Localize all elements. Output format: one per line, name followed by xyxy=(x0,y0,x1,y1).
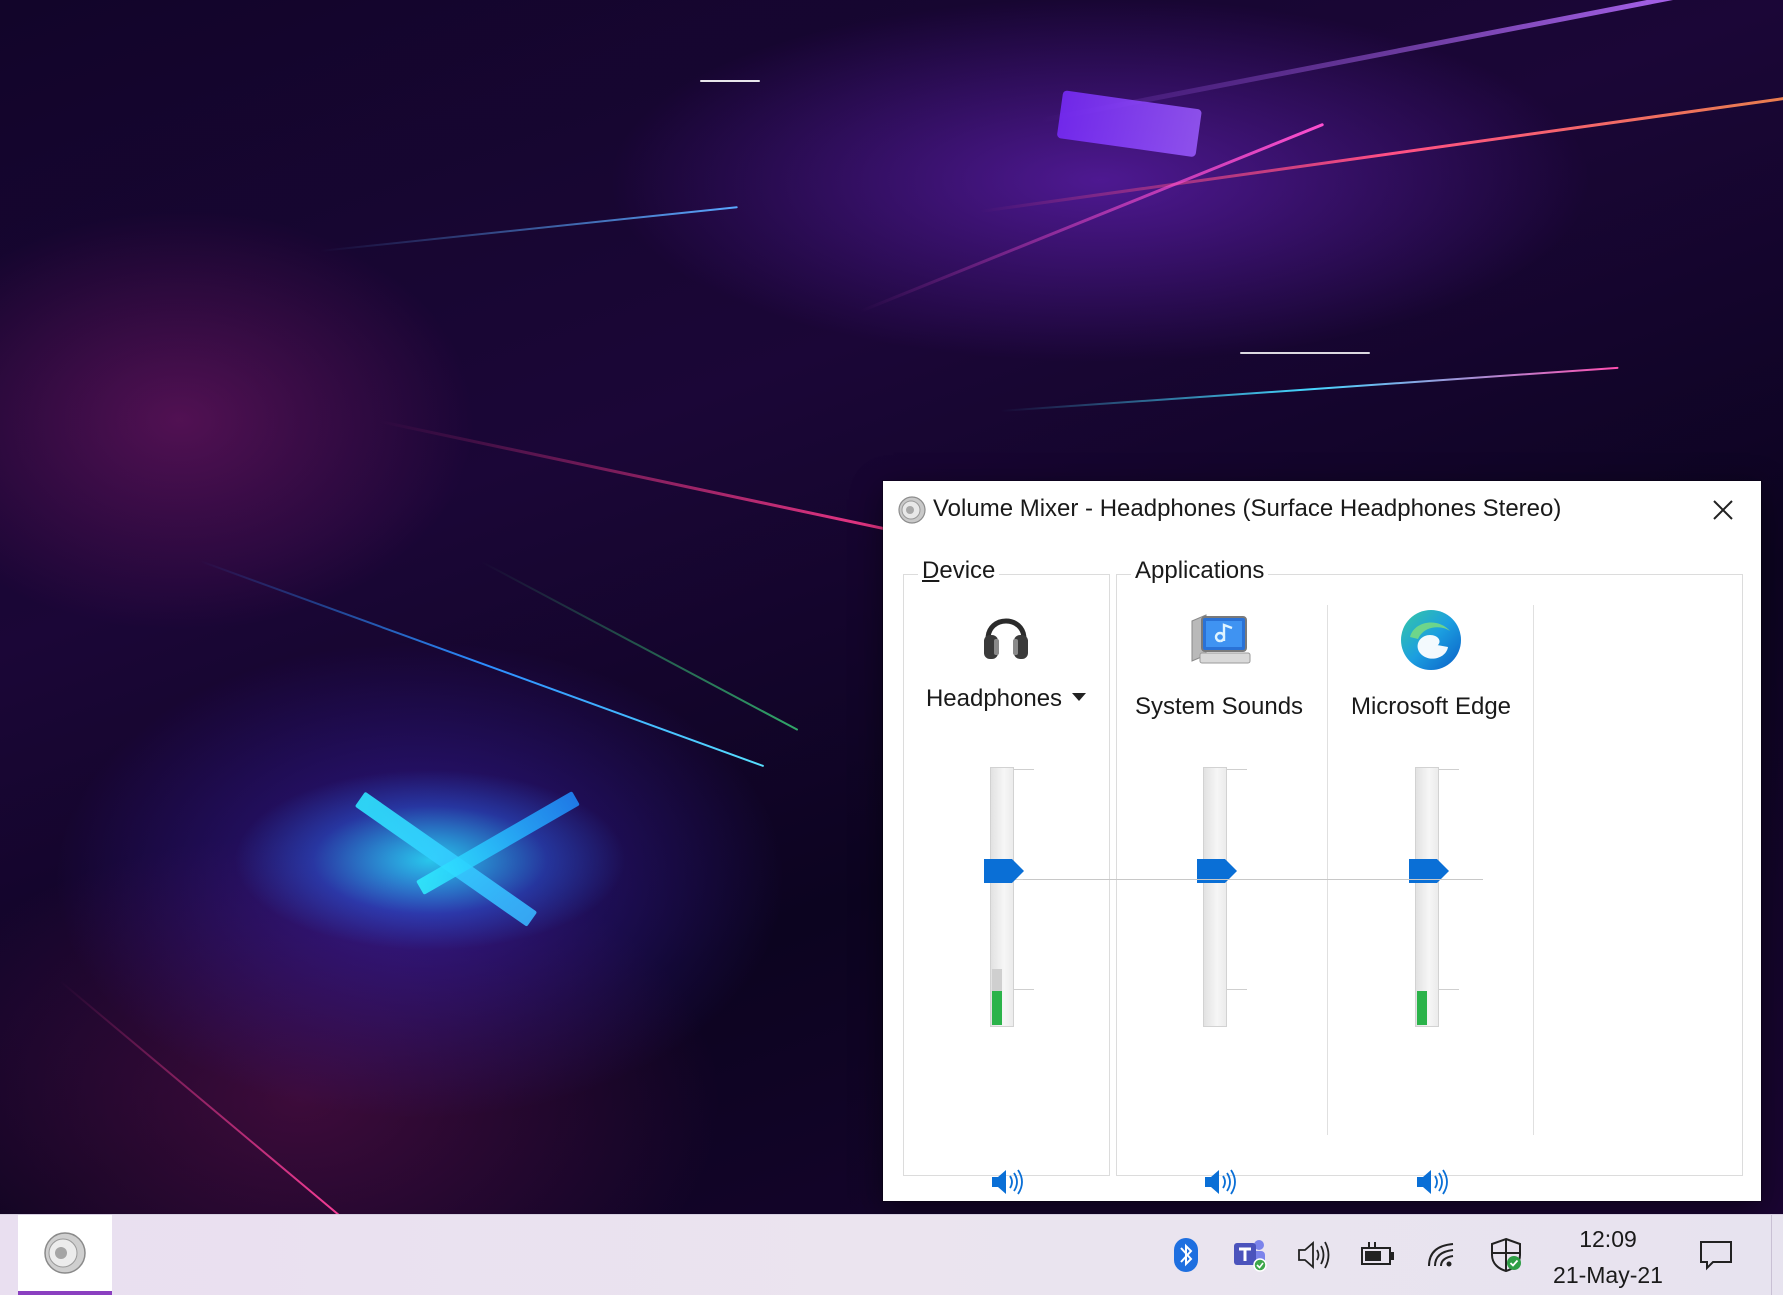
tray-battery[interactable] xyxy=(1358,1235,1398,1275)
teams-icon xyxy=(1234,1240,1267,1272)
taskbar-clock[interactable]: 12:09 21-May-21 xyxy=(1538,1221,1678,1293)
speaker-app-icon xyxy=(898,496,926,524)
chevron-down-icon[interactable] xyxy=(1072,692,1087,701)
device-channel: Headphones xyxy=(906,575,1106,1195)
device-volume-slider[interactable] xyxy=(984,767,1044,1027)
slider-thumb[interactable] xyxy=(984,859,1024,883)
volume-mixer-icon xyxy=(44,1232,86,1274)
window-title: Volume Mixer - Headphones (Surface Headp… xyxy=(933,495,1562,522)
applications-group: Applications System Sounds Microsoft Edg… xyxy=(1116,557,1743,1195)
taskbar: 12:09 21-May-21 xyxy=(0,1214,1783,1295)
peak-meter xyxy=(992,991,1002,1025)
volume-mixer-window: Volume Mixer - Headphones (Surface Headp… xyxy=(883,481,1761,1201)
action-center-button[interactable] xyxy=(1696,1235,1736,1275)
mute-button[interactable] xyxy=(986,1165,1026,1199)
mute-button[interactable] xyxy=(1199,1165,1239,1199)
peak-meter xyxy=(1417,991,1427,1025)
level-connector xyxy=(1023,879,1483,880)
app-name: System Sounds xyxy=(1134,693,1304,720)
device-name: Headphones xyxy=(925,685,1063,712)
action-center-icon xyxy=(1700,1241,1732,1271)
tray-teams[interactable] xyxy=(1230,1235,1270,1275)
app-volume-slider[interactable] xyxy=(1409,767,1469,1027)
tray-security[interactable] xyxy=(1486,1235,1526,1275)
device-group: Device Headphones xyxy=(903,557,1110,1195)
edge-icon xyxy=(1401,610,1461,670)
app-volume-slider[interactable] xyxy=(1197,767,1257,1027)
wifi-icon xyxy=(1428,1243,1454,1267)
close-icon xyxy=(1713,500,1733,520)
close-button[interactable] xyxy=(1691,487,1755,533)
app-channel-microsoft-edge: Microsoft Edge xyxy=(1331,575,1531,1195)
title-bar[interactable]: Volume Mixer - Headphones (Surface Headp… xyxy=(883,481,1761,539)
headphones-icon xyxy=(984,618,1028,659)
tray-volume[interactable] xyxy=(1294,1235,1334,1275)
clock-time: 12:09 xyxy=(1579,1226,1637,1252)
tray-bluetooth[interactable] xyxy=(1166,1235,1206,1275)
show-desktop-button[interactable] xyxy=(1771,1215,1772,1295)
slider-track[interactable] xyxy=(1415,767,1439,1027)
system-sounds-icon xyxy=(1191,614,1251,664)
tray-wifi[interactable] xyxy=(1422,1235,1462,1275)
app-channel-system-sounds: System Sounds xyxy=(1119,575,1319,1195)
volume-icon xyxy=(1298,1241,1330,1269)
slider-track[interactable] xyxy=(1203,767,1227,1027)
mute-button[interactable] xyxy=(1411,1165,1451,1199)
battery-icon xyxy=(1361,1242,1394,1265)
taskbar-app-volume-mixer[interactable] xyxy=(18,1215,112,1295)
security-icon xyxy=(1491,1237,1521,1273)
bluetooth-icon xyxy=(1174,1238,1198,1272)
app-name: Microsoft Edge xyxy=(1350,693,1512,720)
clock-date: 21-May-21 xyxy=(1553,1262,1663,1288)
device-selector[interactable]: Headphones xyxy=(906,685,1106,713)
